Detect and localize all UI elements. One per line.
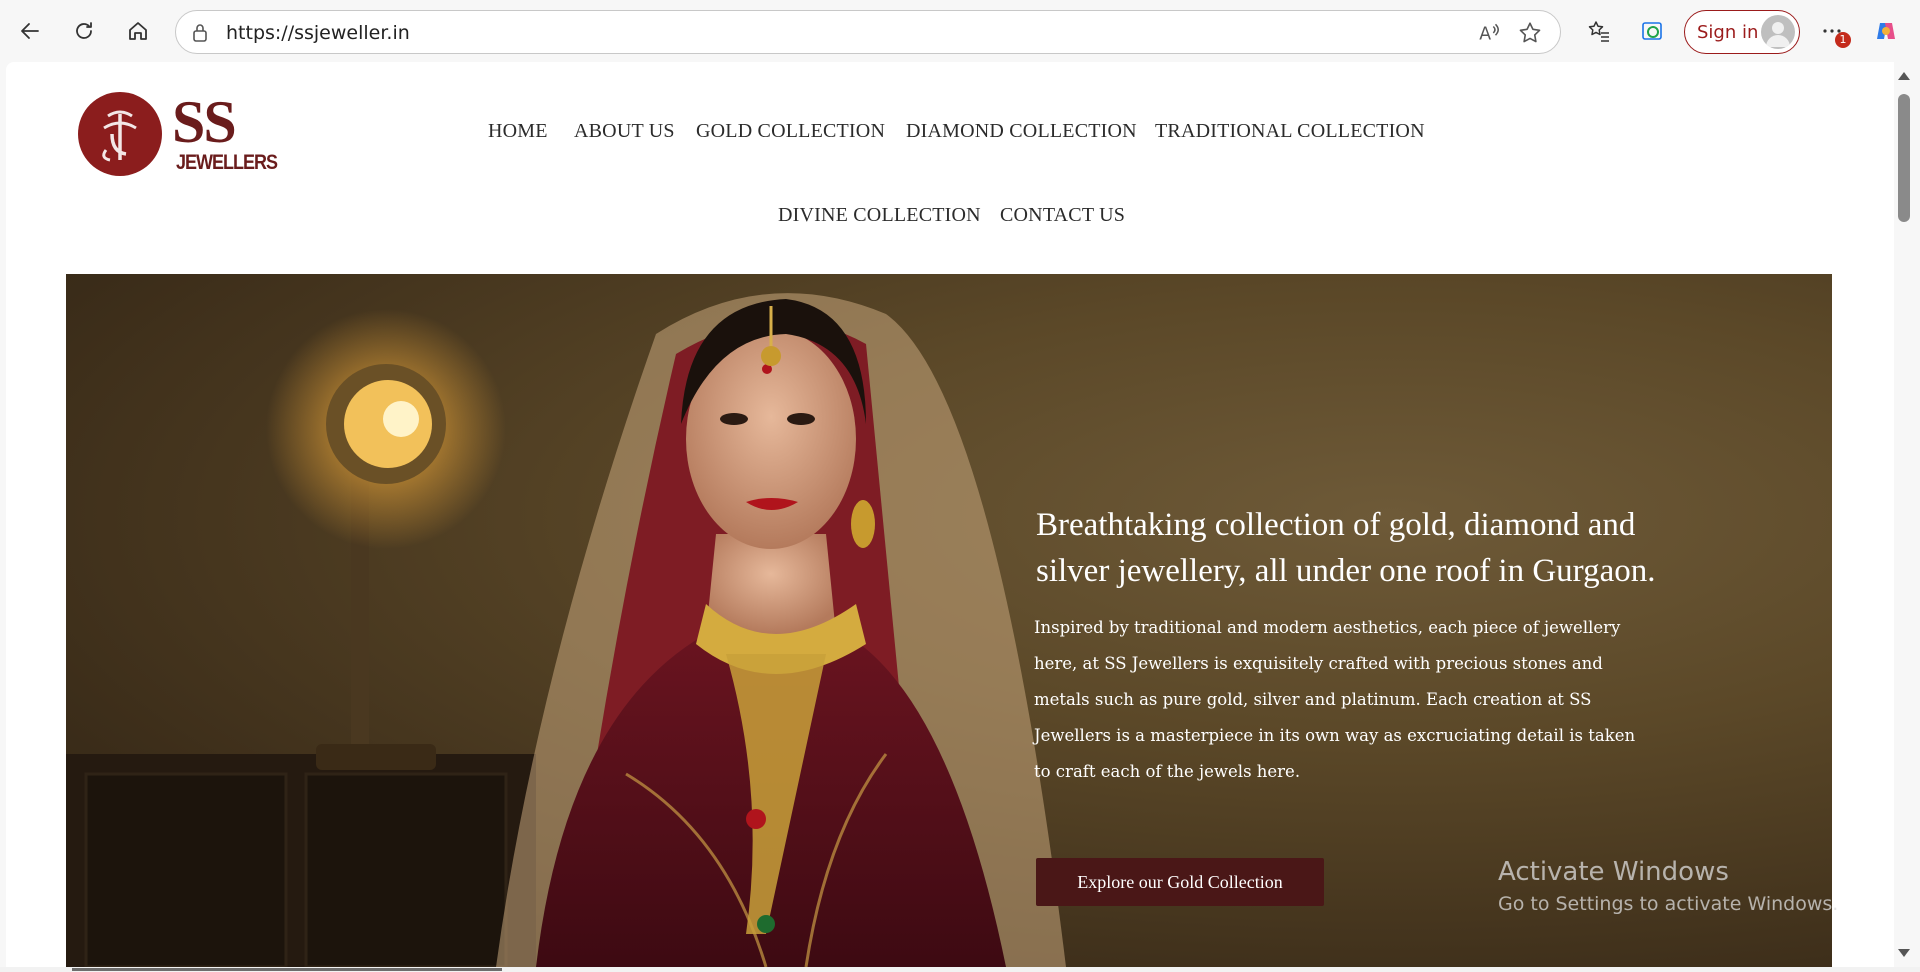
copilot-button[interactable] <box>1866 11 1906 51</box>
scrollbar-thumb[interactable] <box>1898 94 1910 222</box>
refresh-button[interactable] <box>64 11 104 51</box>
hero-title: Breathtaking collection of gold, diamond… <box>1036 507 1656 589</box>
logo-subtext: JEWELLERS <box>176 149 278 174</box>
logo-emblem <box>78 92 162 176</box>
favorites-icon <box>1588 21 1609 42</box>
page-scrollbar[interactable] <box>1894 62 1914 967</box>
nav-diamond-collection[interactable]: DIAMOND COLLECTION <box>906 120 1137 143</box>
scroll-up-icon[interactable] <box>1898 72 1910 80</box>
read-aloud-icon[interactable]: A <box>1476 20 1502 46</box>
browser-essentials-button[interactable] <box>1632 11 1672 51</box>
hero-description: Inspired by traditional and modern aesth… <box>1034 618 1636 781</box>
nav-home[interactable]: HOME <box>488 120 548 143</box>
favorites-button[interactable] <box>1579 11 1619 51</box>
copilot-icon <box>1877 23 1895 39</box>
watermark-title: Activate Windows <box>1498 857 1729 887</box>
address-bar[interactable]: https://ssjeweller.in A <box>175 10 1561 54</box>
browser-essentials-icon <box>1642 22 1662 40</box>
sign-in-label: Sign in <box>1697 22 1759 43</box>
nav-about-us[interactable]: ABOUT US <box>574 120 675 143</box>
profile-avatar-icon <box>1761 15 1795 49</box>
activate-windows-watermark: Activate Windows Go to Settings to activ… <box>1498 857 1838 915</box>
notification-badge: 1 <box>1835 32 1851 48</box>
nav-traditional-collection[interactable]: TRADITIONAL COLLECTION <box>1155 120 1425 143</box>
scroll-down-icon[interactable] <box>1898 949 1910 957</box>
svg-text:A: A <box>1479 25 1491 45</box>
logo-letters: SS <box>172 89 237 155</box>
lock-icon[interactable] <box>188 21 212 45</box>
url-text[interactable]: https://ssjeweller.in <box>226 22 410 44</box>
sign-in-button[interactable]: Sign in <box>1684 10 1800 54</box>
home-icon <box>129 22 147 40</box>
taskbar-edge <box>0 967 1920 972</box>
nav-contact-us[interactable]: CONTACT US <box>1000 204 1125 227</box>
explore-gold-collection-button[interactable]: Explore our Gold Collection <box>1036 858 1324 906</box>
back-button[interactable] <box>10 11 50 51</box>
page-viewport: SS JEWELLERS HOME ABOUT US GOLD COLLECTI… <box>6 62 1894 967</box>
back-icon <box>21 23 39 39</box>
refresh-icon <box>76 22 92 39</box>
site-logo[interactable]: SS JEWELLERS <box>78 89 278 180</box>
watermark-subtitle: Go to Settings to activate Windows. <box>1498 893 1839 915</box>
home-button[interactable] <box>118 11 158 51</box>
browser-toolbar: https://ssjeweller.in A Sign in 1 <box>0 0 1920 62</box>
nav-divine-collection[interactable]: DIVINE COLLECTION <box>778 204 981 227</box>
favorite-star-icon[interactable] <box>1517 20 1543 46</box>
nav-gold-collection[interactable]: GOLD COLLECTION <box>696 120 885 143</box>
